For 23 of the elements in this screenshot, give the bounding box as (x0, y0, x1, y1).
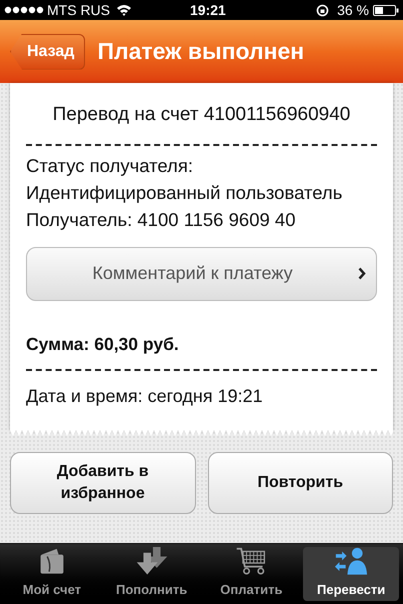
wifi-icon (116, 4, 132, 16)
payment-date: Дата и время: сегодня 19:21 (26, 384, 264, 408)
down-arrows-icon (134, 547, 169, 576)
action-button[interactable]: Добавить в избранное (10, 452, 196, 514)
rotation-lock-icon (316, 4, 330, 16)
signal-icon (4, 6, 44, 14)
transfer-title: Перевод на счет 41001156960940 (52, 103, 352, 127)
comment-button[interactable]: Комментарий к платежу (26, 246, 377, 300)
carrier-name: MTS RUS (47, 0, 110, 20)
detail-line: Получатель: 4100 1156 9609 40 (26, 208, 296, 232)
payment-sum: Сумма: 60,30 руб. (26, 332, 180, 356)
tab-item[interactable]: Перевести (303, 547, 399, 601)
battery-icon (373, 4, 399, 16)
tab-item[interactable]: Мой счет (4, 547, 100, 601)
tab-item[interactable]: Пополнить (104, 547, 200, 601)
screen-title: Платеж выполнен (97, 37, 304, 66)
clock-time: 19:21 (190, 0, 226, 20)
action-button[interactable]: Повторить (208, 452, 393, 514)
tab-item[interactable]: Оплатить (204, 547, 300, 601)
battery-percent: 36 % (337, 0, 369, 20)
chevron-icon (358, 267, 366, 280)
detail-line: Статус получателя: (26, 154, 194, 178)
detail-line: Идентифицированный пользователь (26, 180, 344, 205)
